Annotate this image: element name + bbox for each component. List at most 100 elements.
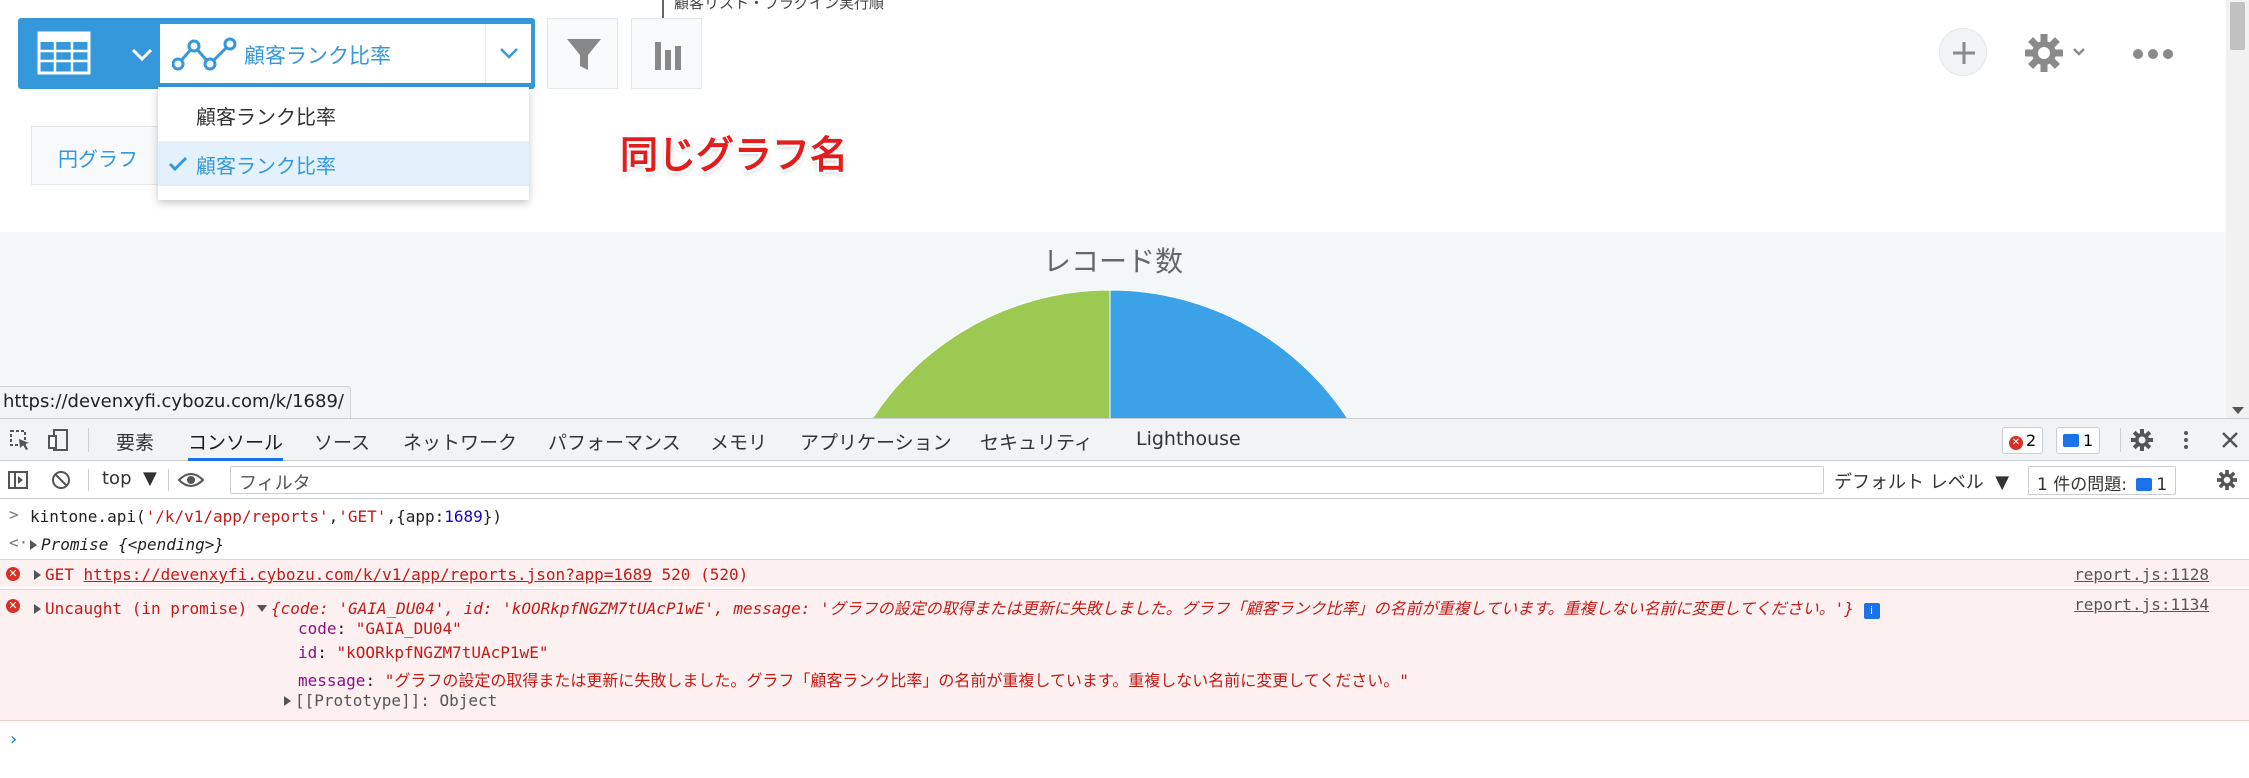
console-error-get[interactable]: ✕ GET https://devenxyfi.cybozu.com/k/v1/… xyxy=(0,559,2249,587)
settings-gear-icon[interactable] xyxy=(2130,428,2154,452)
page-scrollbar[interactable] xyxy=(2226,0,2249,418)
separator xyxy=(88,428,89,452)
cmd-comma: , xyxy=(386,507,397,526)
tab-elements[interactable]: 要素 xyxy=(116,419,154,461)
issues-label: 1 件の問題: xyxy=(2037,475,2127,495)
add-record-button[interactable] xyxy=(1939,28,1987,76)
dropdown-item-selected[interactable]: 顧客ランク比率 xyxy=(158,141,529,186)
device-toggle-icon[interactable] xyxy=(46,428,70,452)
clear-console-icon[interactable] xyxy=(50,469,72,491)
pie-slice-green xyxy=(872,289,1111,418)
message-count: 1 xyxy=(2083,431,2094,450)
pie-slice-blue xyxy=(1109,289,1348,418)
error-count: 2 xyxy=(2026,431,2037,450)
close-icon[interactable] xyxy=(2218,428,2242,452)
console-prompt[interactable]: › xyxy=(0,727,2249,755)
cmd-comma: , xyxy=(328,507,339,526)
collapse-triangle-icon[interactable] xyxy=(256,605,267,612)
uncaught-label: Uncaught (in promise) xyxy=(45,599,248,618)
issues-button[interactable]: 1 件の問題: 1 xyxy=(2028,466,2177,495)
expand-triangle-icon[interactable] xyxy=(34,604,41,614)
separator xyxy=(88,469,89,491)
graph-select[interactable]: 顧客ランク比率 xyxy=(158,22,533,85)
message-icon xyxy=(2063,434,2079,447)
dropdown-item-label: 顧客ランク比率 xyxy=(196,154,336,178)
object-field: code: "GAIA_DU04" xyxy=(298,619,462,638)
field-key: code xyxy=(298,619,337,638)
filter-icon xyxy=(567,39,601,70)
console-result[interactable]: <· Promise {<pending>} xyxy=(0,529,2249,555)
tab-lighthouse[interactable]: Lighthouse xyxy=(1136,419,1241,461)
chevron-down-icon[interactable] xyxy=(130,44,154,64)
kebab-menu-icon[interactable] xyxy=(2174,428,2198,452)
chart-button[interactable] xyxy=(631,18,702,89)
chart-type-button[interactable]: 円グラフ xyxy=(31,126,167,185)
info-icon[interactable]: i xyxy=(1863,603,1880,619)
sidebar-toggle-icon[interactable] xyxy=(7,469,29,491)
context-select[interactable]: top ▼ xyxy=(102,468,157,489)
expand-triangle-icon[interactable] xyxy=(284,696,291,706)
app-area: 顧客リスト・プラグイン実行順 顧客ランク比率 円グラフ 同じグラフ名 レコード数… xyxy=(0,0,2249,418)
console-filter-input[interactable]: フィルタ xyxy=(230,466,1824,494)
get-method: GET xyxy=(45,565,74,584)
field-value: "GAIA_DU04" xyxy=(355,619,462,638)
plus-icon xyxy=(1953,42,1975,64)
separator xyxy=(2120,428,2121,452)
breadcrumb: 顧客リスト・プラグイン実行順 xyxy=(662,0,884,18)
more-options-button[interactable] xyxy=(2132,44,2174,64)
scrollbar-thumb[interactable] xyxy=(2230,2,2245,50)
table-view-icon[interactable] xyxy=(36,30,92,76)
tab-console[interactable]: コンソール xyxy=(188,419,284,461)
get-url-link[interactable]: https://devenxyfi.cybozu.com/k/v1/app/re… xyxy=(84,565,652,584)
expand-triangle-icon[interactable] xyxy=(30,540,37,550)
uncaught-summary: {code: 'GAIA_DU04', id: 'kOORkpfNGZM7tUA… xyxy=(270,599,1854,618)
console-error-uncaught[interactable]: ✕ Uncaught (in promise) {code: 'GAIA_DU0… xyxy=(0,589,2249,721)
more-icon xyxy=(2133,49,2173,59)
chart-type-label: 円グラフ xyxy=(58,147,138,171)
eye-icon[interactable] xyxy=(178,470,204,490)
tab-memory[interactable]: メモリ xyxy=(710,419,767,461)
prompt-chevron-icon: › xyxy=(8,729,19,750)
cmd-arg2: 'GET' xyxy=(338,507,387,526)
log-level-value: デフォルト レベル xyxy=(1834,472,1984,493)
log-level-select[interactable]: デフォルト レベル ▼ xyxy=(1834,468,2009,494)
devtools-panel: 要素 コンソール ソース ネットワーク パフォーマンス メモリ アプリケーション… xyxy=(0,418,2249,778)
tab-performance[interactable]: パフォーマンス xyxy=(548,419,681,461)
tab-network[interactable]: ネットワーク xyxy=(403,419,517,461)
annotation-text: 同じグラフ名 xyxy=(620,133,849,177)
tab-application[interactable]: アプリケーション xyxy=(800,419,952,461)
uncaught-summary-row[interactable]: Uncaught (in promise) {code: 'GAIA_DU04'… xyxy=(34,595,1880,619)
console-filterbar: top ▼ フィルタ デフォルト レベル ▼ 1 件の問題: 1 xyxy=(0,461,2249,499)
field-key: id xyxy=(298,643,318,662)
source-link[interactable]: report.js:1134 xyxy=(2074,595,2209,614)
graph-select-toggle[interactable] xyxy=(485,24,531,83)
tab-security[interactable]: セキュリティ xyxy=(980,419,1093,461)
separator xyxy=(168,469,169,491)
dropdown-item[interactable]: 顧客ランク比率 xyxy=(158,92,529,137)
message-count-badge[interactable]: 1 xyxy=(2056,427,2101,454)
expand-triangle-icon[interactable] xyxy=(34,570,41,580)
chart-title: レコード数 xyxy=(1042,245,1183,278)
devtools-tabbar: 要素 コンソール ソース ネットワーク パフォーマンス メモリ アプリケーション… xyxy=(0,419,2249,461)
get-status: 520 (520) xyxy=(661,565,749,584)
inspect-icon[interactable] xyxy=(8,428,32,452)
source-link[interactable]: report.js:1128 xyxy=(2074,565,2209,584)
status-bar-url: https://devenxyfi.cybozu.com/k/1689/ xyxy=(0,386,351,418)
field-value: "グラフの設定の取得または更新に失敗しました。グラフ「顧客ランク比率」の名前が重… xyxy=(384,671,1409,690)
chevron-down-icon xyxy=(500,48,518,59)
console-command[interactable]: > kintone.api('/k/v1/app/reports','GET',… xyxy=(0,501,2249,527)
cmd-arg1: '/k/v1/app/reports' xyxy=(145,507,329,526)
graph-select-value: 顧客ランク比率 xyxy=(244,44,391,68)
error-count-badge[interactable]: ✕ 2 xyxy=(2002,427,2044,454)
scroll-down-arrow-icon[interactable] xyxy=(2232,407,2244,414)
filter-button[interactable] xyxy=(547,18,618,89)
result-arrow-icon: <· xyxy=(9,533,29,552)
cmd-arg3-close: }) xyxy=(482,507,503,526)
settings-button[interactable] xyxy=(2024,34,2092,72)
tab-sources[interactable]: ソース xyxy=(314,419,370,461)
promise-text: Promise {<pending>} xyxy=(41,535,225,554)
graph-dropdown-menu: 顧客ランク比率 顧客ランク比率 xyxy=(158,87,529,200)
dropdown-item-label: 顧客ランク比率 xyxy=(196,105,336,129)
console-settings-icon[interactable] xyxy=(2216,469,2238,491)
prototype-row[interactable]: [[Prototype]]: Object xyxy=(284,691,497,710)
